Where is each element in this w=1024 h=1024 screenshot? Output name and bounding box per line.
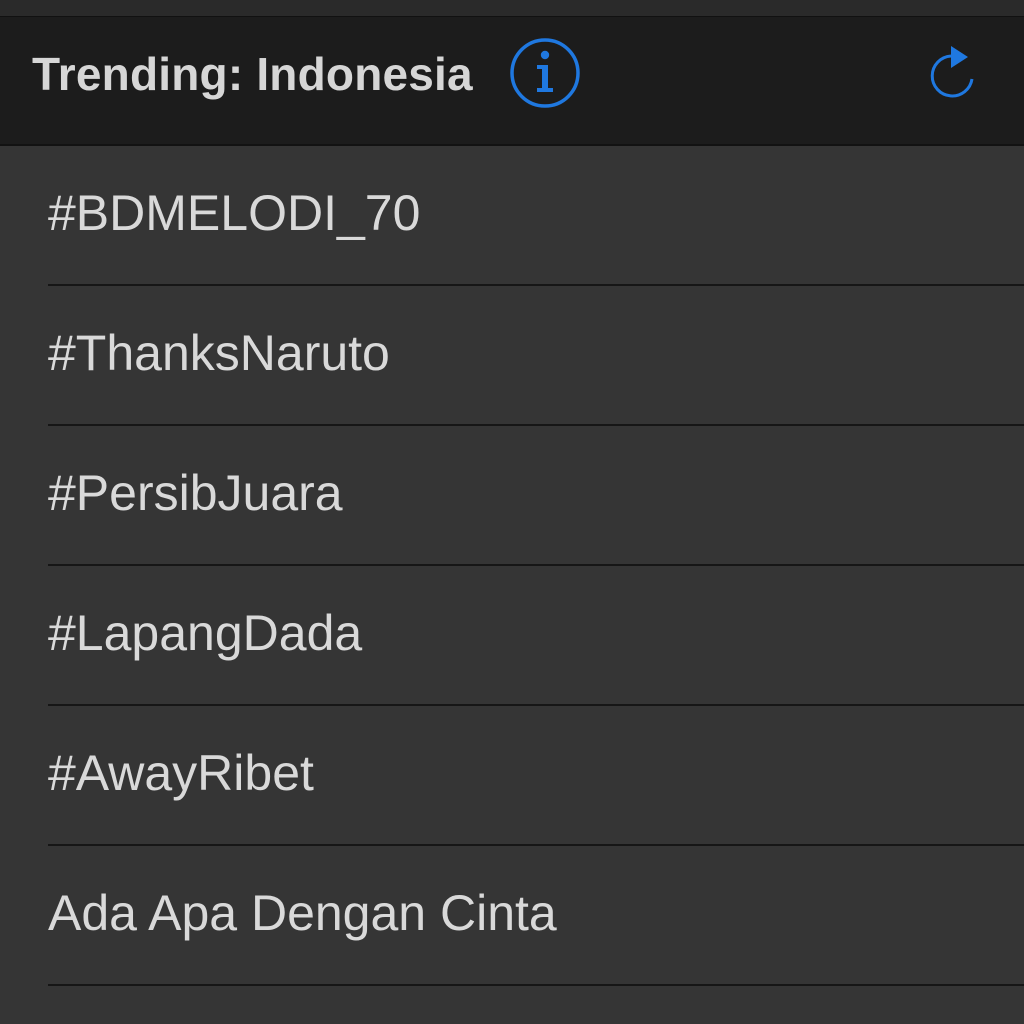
row-divider	[48, 984, 1024, 986]
trend-label: #ThanksNaruto	[48, 325, 390, 381]
trend-item[interactable]: #BDMELODI_70	[0, 146, 1024, 286]
trend-label: #AwayRibet	[48, 745, 314, 801]
trend-label: #PersibJuara	[48, 465, 343, 521]
info-circle-icon	[510, 38, 580, 108]
trend-label: #BDMELODI_70	[48, 185, 421, 241]
info-button[interactable]	[508, 36, 582, 110]
refresh-button[interactable]	[922, 43, 984, 105]
page-title: Trending: Indonesia	[32, 48, 473, 100]
trend-item[interactable]: #LapangDada	[0, 566, 1024, 706]
trends-list: #BDMELODI_70 #ThanksNaruto #PersibJuara …	[0, 146, 1024, 986]
trend-item[interactable]: #PersibJuara	[0, 426, 1024, 566]
trend-item[interactable]: #ThanksNaruto	[0, 286, 1024, 426]
refresh-icon	[930, 46, 974, 98]
trend-item[interactable]: #AwayRibet	[0, 706, 1024, 846]
status-strip	[0, 0, 1024, 17]
trending-header: Trending: Indonesia	[0, 17, 1024, 146]
trend-label: Ada Apa Dengan Cinta	[48, 885, 557, 941]
trending-screen: Trending: Indonesia #BDMELODI_70 #Thanks…	[0, 0, 1024, 1024]
trend-item[interactable]: Ada Apa Dengan Cinta	[0, 846, 1024, 986]
trend-label: #LapangDada	[48, 605, 363, 661]
